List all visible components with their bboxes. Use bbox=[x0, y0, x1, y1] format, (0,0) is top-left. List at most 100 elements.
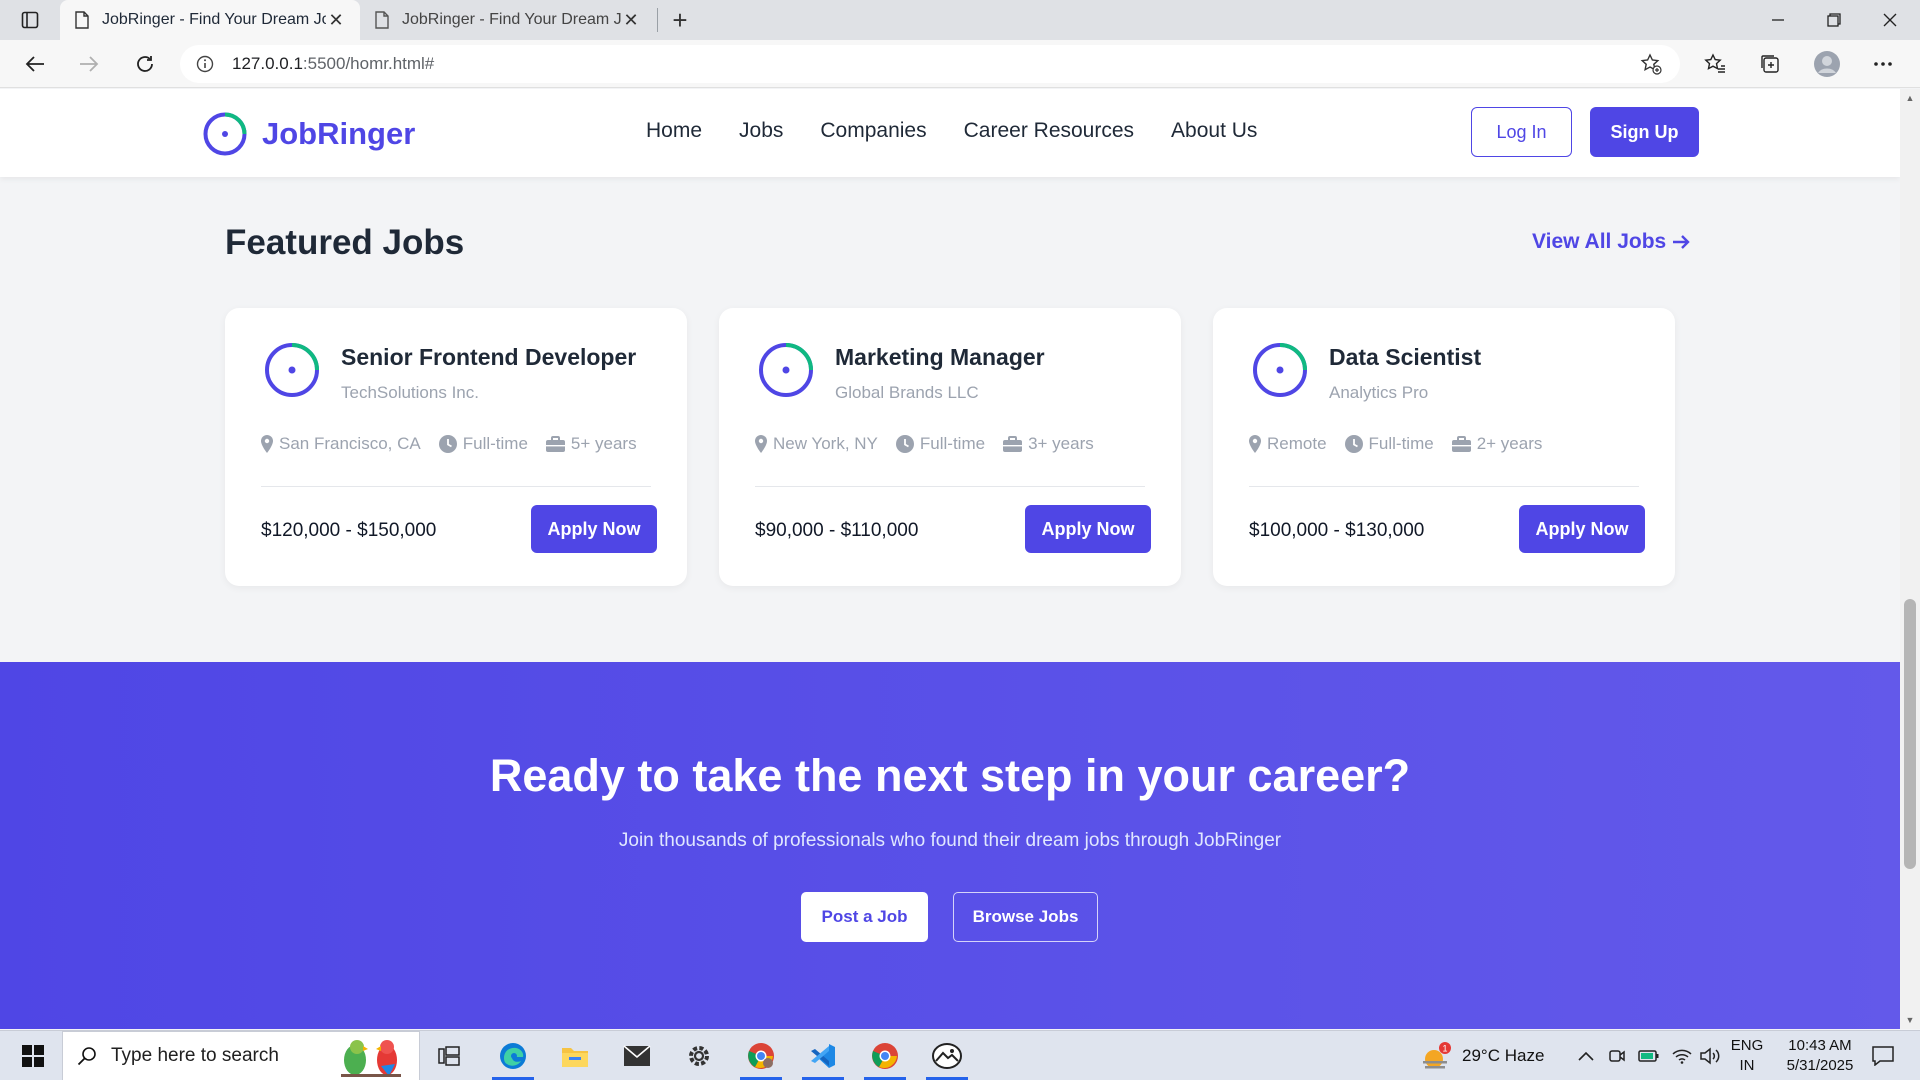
job-title[interactable]: Data Scientist bbox=[1329, 344, 1481, 371]
url-path: :5500/homr.html# bbox=[302, 54, 435, 73]
tab-title: JobRinger - Find Your Dream Job bbox=[402, 11, 621, 28]
vscode-icon[interactable] bbox=[794, 1031, 852, 1080]
cta-heading: Ready to take the next step in your care… bbox=[489, 750, 1411, 801]
company-name: TechSolutions Inc. bbox=[341, 383, 479, 402]
address-bar[interactable]: 127.0.0.1:5500/homr.html# bbox=[180, 45, 1680, 83]
company-logo-icon bbox=[265, 343, 319, 397]
mail-icon[interactable] bbox=[608, 1031, 666, 1080]
company-name: Global Brands LLC bbox=[835, 383, 979, 402]
settings-gear-icon[interactable] bbox=[670, 1031, 728, 1080]
arrow-right-icon bbox=[1673, 235, 1690, 249]
chrome-icon[interactable] bbox=[856, 1031, 914, 1080]
signup-button[interactable]: Sign Up bbox=[1590, 107, 1699, 157]
new-tab-button[interactable]: + bbox=[666, 5, 694, 35]
site-logo[interactable]: JobRinger bbox=[202, 111, 415, 157]
browser-tab-1[interactable]: JobRinger - Find Your Dream Job ✕ bbox=[60, 0, 360, 40]
apply-now-button[interactable]: Apply Now bbox=[531, 505, 657, 553]
volume-icon[interactable] bbox=[1700, 1031, 1722, 1080]
briefcase-icon bbox=[545, 436, 565, 452]
site-info-icon[interactable] bbox=[196, 55, 214, 73]
location-pin-icon bbox=[755, 435, 767, 453]
nav-jobs[interactable]: Jobs bbox=[739, 119, 783, 143]
browse-jobs-button[interactable]: Browse Jobs bbox=[953, 892, 1098, 942]
scroll-down-icon[interactable]: ▼ bbox=[1900, 1013, 1920, 1027]
job-meta: New York, NY Full-time 3+ years bbox=[755, 434, 1094, 454]
taskbar-search-box[interactable]: Type here to search bbox=[62, 1031, 420, 1080]
post-job-button[interactable]: Post a Job bbox=[801, 892, 928, 942]
view-all-jobs-link[interactable]: View All Jobs bbox=[1532, 230, 1690, 254]
job-location: Remote bbox=[1267, 434, 1327, 453]
close-tab-icon[interactable]: ✕ bbox=[621, 10, 641, 30]
clock-icon bbox=[1344, 435, 1363, 453]
restore-button[interactable] bbox=[1806, 0, 1862, 40]
windows-start-button[interactable] bbox=[8, 1031, 58, 1080]
tab-title: JobRinger - Find Your Dream Job bbox=[102, 11, 326, 28]
login-button[interactable]: Log In bbox=[1471, 107, 1572, 157]
page-icon bbox=[374, 11, 390, 29]
company-logo-icon bbox=[759, 343, 813, 397]
job-type: Full-time bbox=[919, 434, 986, 453]
weather-widget[interactable]: 1 29°C Haze bbox=[1420, 1031, 1544, 1080]
battery-icon[interactable] bbox=[1638, 1031, 1660, 1080]
photos-app-icon[interactable] bbox=[918, 1031, 976, 1080]
job-title[interactable]: Marketing Manager bbox=[835, 344, 1045, 371]
scroll-up-icon[interactable]: ▲ bbox=[1900, 91, 1920, 105]
tab-actions-icon[interactable] bbox=[16, 8, 44, 32]
clock-date: 5/31/2025 bbox=[1786, 1057, 1854, 1074]
nav-about-us[interactable]: About Us bbox=[1171, 119, 1257, 143]
card-divider bbox=[1249, 486, 1639, 487]
close-window-button[interactable] bbox=[1862, 0, 1918, 40]
location-pin-icon bbox=[1249, 435, 1261, 453]
cta-section: Ready to take the next step in your care… bbox=[0, 662, 1900, 1029]
chrome-profile-icon[interactable] bbox=[732, 1031, 790, 1080]
job-card: Marketing Manager Global Brands LLC New … bbox=[719, 308, 1181, 586]
job-title[interactable]: Senior Frontend Developer bbox=[341, 344, 636, 371]
clock-icon bbox=[895, 435, 914, 453]
show-hidden-icons-chevron-icon[interactable] bbox=[1578, 1031, 1594, 1080]
search-icon bbox=[77, 1046, 97, 1066]
refresh-button[interactable] bbox=[128, 48, 162, 80]
featured-jobs-heading: Featured Jobs bbox=[225, 223, 465, 262]
collections-icon[interactable] bbox=[1753, 48, 1787, 80]
scrollbar-thumb[interactable] bbox=[1904, 599, 1916, 869]
edge-browser-icon[interactable] bbox=[484, 1031, 542, 1080]
wifi-icon[interactable] bbox=[1672, 1031, 1692, 1080]
task-view-icon[interactable] bbox=[420, 1031, 478, 1080]
view-all-label: View All Jobs bbox=[1532, 230, 1667, 253]
nav-companies[interactable]: Companies bbox=[820, 119, 926, 143]
company-logo-icon bbox=[1253, 343, 1307, 397]
card-divider bbox=[261, 486, 651, 487]
job-salary: $90,000 - $110,000 bbox=[755, 520, 919, 541]
profile-avatar[interactable] bbox=[1810, 48, 1844, 80]
input-language[interactable]: ENG IN bbox=[1730, 1031, 1764, 1080]
apply-now-button[interactable]: Apply Now bbox=[1519, 505, 1645, 553]
forward-button[interactable] bbox=[72, 48, 106, 80]
browser-toolbar: 127.0.0.1:5500/homr.html# bbox=[0, 40, 1920, 88]
company-name: Analytics Pro bbox=[1329, 383, 1429, 402]
nav-career-resources[interactable]: Career Resources bbox=[964, 119, 1134, 143]
main-nav: Home Jobs Companies Career Resources Abo… bbox=[646, 119, 1257, 143]
nav-home[interactable]: Home bbox=[646, 119, 702, 143]
notifications-icon[interactable] bbox=[1866, 1031, 1900, 1080]
card-divider bbox=[755, 486, 1145, 487]
add-favorite-icon[interactable] bbox=[1640, 53, 1662, 80]
more-options-icon[interactable] bbox=[1866, 48, 1900, 80]
browser-tab-2[interactable]: JobRinger - Find Your Dream Job ✕ bbox=[360, 0, 655, 40]
back-button[interactable] bbox=[18, 48, 52, 80]
file-explorer-icon[interactable] bbox=[546, 1031, 604, 1080]
weather-text: 29°C Haze bbox=[1462, 1046, 1545, 1065]
job-card: Data Scientist Analytics Pro Remote Full… bbox=[1213, 308, 1675, 586]
meet-now-icon[interactable] bbox=[1608, 1031, 1626, 1080]
clock[interactable]: 10:43 AM 5/31/2025 bbox=[1772, 1031, 1868, 1080]
minimize-button[interactable] bbox=[1750, 0, 1806, 40]
apply-now-button[interactable]: Apply Now bbox=[1025, 505, 1151, 553]
job-experience: 3+ years bbox=[1028, 434, 1094, 453]
job-salary: $100,000 - $130,000 bbox=[1249, 520, 1425, 541]
briefcase-icon bbox=[1003, 436, 1023, 452]
favorites-icon[interactable] bbox=[1698, 48, 1732, 80]
brand-name: JobRinger bbox=[262, 116, 416, 151]
close-tab-icon[interactable]: ✕ bbox=[326, 10, 346, 30]
page-viewport: JobRinger Home Jobs Companies Career Res… bbox=[0, 89, 1900, 1029]
page-scrollbar[interactable]: ▲ ▼ bbox=[1900, 89, 1920, 1029]
job-experience: 2+ years bbox=[1476, 434, 1543, 453]
